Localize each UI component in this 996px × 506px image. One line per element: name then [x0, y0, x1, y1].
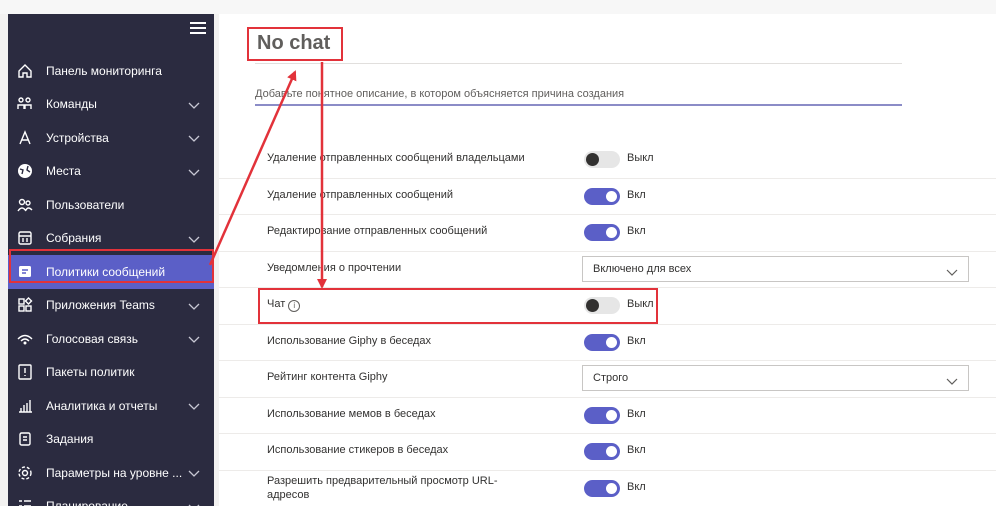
chevron-down-icon[interactable]	[188, 400, 200, 414]
highlight-sidebar-item	[9, 249, 214, 283]
highlight-title	[247, 27, 343, 61]
chevron-down-icon	[946, 264, 958, 282]
sidebar-item-apps[interactable]: Приложения Teams	[8, 289, 214, 323]
title-underline	[255, 63, 902, 64]
chevron-down-icon[interactable]	[188, 300, 200, 314]
select-value: Включено для всех	[593, 262, 692, 275]
users-icon	[16, 196, 34, 214]
setting-label: Использование Giphy в беседах	[267, 334, 432, 347]
sidebar-item-label: Пользователи	[46, 197, 125, 212]
chevron-down-icon[interactable]	[188, 501, 200, 506]
toggle-state-label: Вкл	[627, 188, 646, 201]
analytics-icon	[16, 397, 34, 415]
setting-row: Редактирование отправленных сообщений Вкл	[219, 214, 996, 251]
toggle-state-label: Вкл	[627, 334, 646, 347]
description-underline	[255, 104, 902, 106]
sidebar-item-tasks[interactable]: Задания	[8, 423, 214, 457]
sidebar-item-label: Панель мониторинга	[46, 63, 162, 78]
toggle-state-label: Вкл	[627, 444, 646, 456]
setting-row: Разрешить предварительный просмотр URL-а…	[219, 469, 996, 506]
sidebar-item-label: Собрания	[46, 231, 102, 246]
setting-label: Удаление отправленных сообщений	[267, 188, 454, 201]
sidebar-item-home[interactable]: Панель мониторинга	[8, 54, 214, 88]
devices-icon	[16, 129, 34, 147]
setting-label: Уведомления о прочтении	[267, 261, 402, 274]
setting-row: Рейтинг контента Giphy Строго	[219, 360, 996, 397]
setting-row: Использование стикеров в беседах Вкл	[219, 433, 996, 470]
tasks-icon	[16, 430, 34, 448]
toggle-state-label: Вкл	[627, 225, 646, 237]
sidebar-item-label: Места	[46, 164, 81, 179]
toggle-state-label: Вкл	[627, 407, 646, 420]
chevron-down-icon[interactable]	[188, 166, 200, 180]
sidebar-item-label: Задания	[46, 432, 94, 447]
setting-label: Использование стикеров в беседах	[267, 444, 449, 456]
setting-toggle[interactable]	[584, 151, 620, 168]
sidebar-item-label: Аналитика и отчеты	[46, 398, 158, 413]
setting-toggle[interactable]	[584, 224, 620, 241]
setting-toggle[interactable]	[584, 406, 620, 424]
chevron-down-icon[interactable]	[188, 233, 200, 247]
sidebar-item-label: Голосовая связь	[46, 331, 138, 346]
planning-icon	[16, 497, 34, 506]
home-icon	[16, 62, 34, 80]
sidebar-item-policy-package[interactable]: Пакеты политик	[8, 356, 214, 390]
sidebar-item-settings[interactable]: Параметры на уровне ...	[8, 456, 214, 490]
setting-row: Использование мемов в беседах Вкл	[219, 396, 996, 434]
hamburger-menu-icon[interactable]	[190, 22, 206, 36]
sidebar-item-label: Пакеты политик	[46, 365, 135, 380]
description-input[interactable]: Добавьте понятное описание, в котором об…	[255, 88, 624, 100]
toggle-state-label: Вкл	[627, 480, 646, 493]
setting-select[interactable]: Строго	[582, 365, 969, 391]
setting-toggle[interactable]	[584, 333, 620, 351]
globe-icon	[16, 162, 34, 180]
setting-label: Редактирование отправленных сообщений	[267, 225, 488, 237]
main-panel: No chat Добавьте понятное описание, в ко…	[219, 14, 996, 506]
sidebar-item-teams[interactable]: Команды	[8, 88, 214, 122]
chevron-down-icon[interactable]	[188, 467, 200, 481]
sidebar-item-label: Команды	[46, 97, 97, 112]
setting-toggle[interactable]	[584, 479, 620, 497]
setting-row: Использование Giphy в беседах Вкл	[219, 323, 996, 361]
setting-label: Рейтинг контента Giphy	[267, 371, 388, 383]
top-strip	[0, 0, 996, 14]
chevron-down-icon[interactable]	[188, 132, 200, 146]
sidebar-item-voice[interactable]: Голосовая связь	[8, 322, 214, 356]
chevron-down-icon[interactable]	[188, 333, 200, 347]
highlight-chat-row	[258, 288, 658, 324]
voice-icon	[16, 330, 34, 348]
select-value: Строго	[593, 372, 629, 384]
setting-select[interactable]: Включено для всех	[582, 255, 969, 282]
setting-row: Удаление отправленных сообщений владельц…	[219, 142, 996, 178]
sidebar-item-label: Устройства	[46, 130, 109, 145]
setting-toggle[interactable]	[584, 187, 620, 205]
sidebar-item-devices[interactable]: Устройства	[8, 121, 214, 155]
setting-label: Разрешить предварительный просмотр URL-а…	[267, 474, 498, 501]
sidebar-item-label: Параметры на уровне ...	[46, 465, 183, 480]
sidebar-item-globe[interactable]: Места	[8, 155, 214, 189]
sidebar-item-label: Приложения Teams	[46, 298, 155, 313]
sidebar-item-analytics[interactable]: Аналитика и отчеты	[8, 389, 214, 423]
sidebar-item-users[interactable]: Пользователи	[8, 188, 214, 222]
settings-icon	[16, 464, 34, 482]
setting-label: Удаление отправленных сообщений владельц…	[267, 152, 525, 164]
apps-icon	[16, 296, 34, 314]
setting-row: Уведомления о прочтении Включено для всех	[219, 250, 996, 288]
setting-row: Удаление отправленных сообщений Вкл	[219, 177, 996, 215]
calendar-icon	[16, 229, 34, 247]
toggle-state-label: Выкл	[627, 152, 654, 164]
chevron-down-icon[interactable]	[188, 99, 200, 113]
setting-label: Использование мемов в беседах	[267, 407, 436, 420]
chevron-down-icon	[946, 373, 958, 391]
policy-package-icon	[16, 363, 34, 381]
sidebar-item-label: Планирование	[46, 499, 128, 506]
settings-list: Удаление отправленных сообщений владельц…	[219, 142, 996, 506]
sidebar-item-planning[interactable]: Планирование	[8, 490, 214, 506]
teams-icon	[16, 95, 34, 113]
setting-toggle[interactable]	[584, 443, 620, 460]
